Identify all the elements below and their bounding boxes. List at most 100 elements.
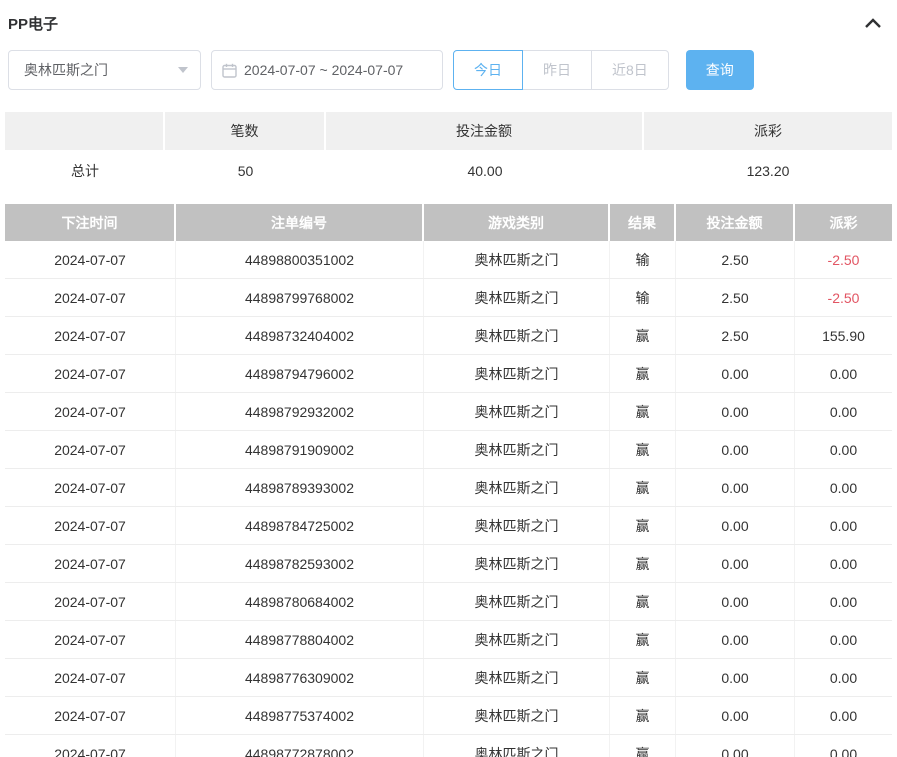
calendar-icon bbox=[222, 63, 237, 78]
cell-bet-time: 2024-07-07 bbox=[5, 621, 176, 658]
header-bet-amount: 投注金额 bbox=[676, 204, 795, 241]
cell-bet-amount: 0.00 bbox=[676, 735, 795, 757]
chevron-up-icon bbox=[865, 16, 881, 31]
panel-header: PP电子 bbox=[0, 0, 897, 36]
cell-result: 赢 bbox=[610, 431, 676, 468]
cell-bet-time: 2024-07-07 bbox=[5, 545, 176, 582]
cell-result: 赢 bbox=[610, 469, 676, 506]
cell-bet-time: 2024-07-07 bbox=[5, 317, 176, 354]
summary-table-header: 笔数 投注金额 派彩 bbox=[5, 112, 892, 150]
cell-payout: 0.00 bbox=[795, 697, 892, 734]
collapse-button[interactable] bbox=[863, 16, 883, 30]
cell-result: 输 bbox=[610, 241, 676, 278]
cell-bet-time: 2024-07-07 bbox=[5, 241, 176, 278]
cell-order-number: 44898800351002 bbox=[176, 241, 424, 278]
table-row: 2024-07-07 44898799768002 奥林匹斯之门 输 2.50 … bbox=[5, 279, 892, 317]
last-8-days-button[interactable]: 近8日 bbox=[591, 50, 669, 90]
cell-payout: -2.50 bbox=[795, 241, 892, 278]
summary-total-count: 50 bbox=[165, 150, 326, 191]
cell-payout: 0.00 bbox=[795, 393, 892, 430]
cell-order-number: 44898792932002 bbox=[176, 393, 424, 430]
cell-bet-amount: 0.00 bbox=[676, 697, 795, 734]
game-select[interactable]: 奥林匹斯之门 bbox=[8, 50, 201, 90]
header-order-number: 注单编号 bbox=[176, 204, 424, 241]
cell-bet-amount: 0.00 bbox=[676, 545, 795, 582]
table-row: 2024-07-07 44898778804002 奥林匹斯之门 赢 0.00 … bbox=[5, 621, 892, 659]
cell-payout: -2.50 bbox=[795, 279, 892, 316]
cell-payout: 0.00 bbox=[795, 507, 892, 544]
filter-controls: 奥林匹斯之门 2024-07-07 ~ 2024-07-07 今日 昨日 近8日… bbox=[0, 36, 897, 90]
cell-result: 赢 bbox=[610, 583, 676, 620]
cell-payout: 0.00 bbox=[795, 735, 892, 757]
pp-electronic-report-panel: PP电子 奥林匹斯之门 2024-07-07 ~ 2024-07-07 bbox=[0, 0, 897, 757]
cell-order-number: 44898799768002 bbox=[176, 279, 424, 316]
summary-header-count: 笔数 bbox=[165, 112, 326, 150]
cell-bet-time: 2024-07-07 bbox=[5, 393, 176, 430]
summary-header-blank bbox=[5, 112, 165, 150]
cell-game-category: 奥林匹斯之门 bbox=[424, 659, 610, 696]
summary-total-label: 总计 bbox=[5, 150, 165, 191]
cell-order-number: 44898784725002 bbox=[176, 507, 424, 544]
cell-result: 赢 bbox=[610, 697, 676, 734]
cell-bet-amount: 0.00 bbox=[676, 621, 795, 658]
cell-bet-amount: 2.50 bbox=[676, 279, 795, 316]
cell-order-number: 44898789393002 bbox=[176, 469, 424, 506]
cell-game-category: 奥林匹斯之门 bbox=[424, 507, 610, 544]
table-row: 2024-07-07 44898780684002 奥林匹斯之门 赢 0.00 … bbox=[5, 583, 892, 621]
cell-result: 输 bbox=[610, 279, 676, 316]
today-button[interactable]: 今日 bbox=[453, 50, 523, 90]
query-button[interactable]: 查询 bbox=[686, 50, 754, 90]
header-game-category: 游戏类别 bbox=[424, 204, 610, 241]
cell-bet-time: 2024-07-07 bbox=[5, 355, 176, 392]
header-payout: 派彩 bbox=[795, 204, 892, 241]
cell-order-number: 44898794796002 bbox=[176, 355, 424, 392]
table-row: 2024-07-07 44898794796002 奥林匹斯之门 赢 0.00 … bbox=[5, 355, 892, 393]
cell-bet-time: 2024-07-07 bbox=[5, 583, 176, 620]
summary-total-bet-amount: 40.00 bbox=[326, 150, 644, 191]
yesterday-button[interactable]: 昨日 bbox=[522, 50, 592, 90]
summary-table: 笔数 投注金额 派彩 总计 50 40.00 123.20 bbox=[5, 112, 892, 191]
cell-bet-time: 2024-07-07 bbox=[5, 659, 176, 696]
cell-bet-amount: 2.50 bbox=[676, 241, 795, 278]
date-range-value: 2024-07-07 ~ 2024-07-07 bbox=[244, 62, 403, 78]
cell-result: 赢 bbox=[610, 735, 676, 757]
header-result: 结果 bbox=[610, 204, 676, 241]
cell-order-number: 44898732404002 bbox=[176, 317, 424, 354]
table-row: 2024-07-07 44898791909002 奥林匹斯之门 赢 0.00 … bbox=[5, 431, 892, 469]
table-row: 2024-07-07 44898775374002 奥林匹斯之门 赢 0.00 … bbox=[5, 697, 892, 735]
cell-result: 赢 bbox=[610, 507, 676, 544]
cell-game-category: 奥林匹斯之门 bbox=[424, 431, 610, 468]
cell-result: 赢 bbox=[610, 659, 676, 696]
cell-bet-amount: 0.00 bbox=[676, 469, 795, 506]
cell-game-category: 奥林匹斯之门 bbox=[424, 355, 610, 392]
cell-payout: 0.00 bbox=[795, 545, 892, 582]
cell-bet-time: 2024-07-07 bbox=[5, 735, 176, 757]
quick-range-button-group: 今日 昨日 近8日 bbox=[453, 50, 669, 90]
cell-bet-time: 2024-07-07 bbox=[5, 279, 176, 316]
table-row: 2024-07-07 44898792932002 奥林匹斯之门 赢 0.00 … bbox=[5, 393, 892, 431]
summary-total-payout: 123.20 bbox=[644, 150, 892, 191]
cell-game-category: 奥林匹斯之门 bbox=[424, 583, 610, 620]
summary-header-payout: 派彩 bbox=[644, 112, 892, 150]
cell-order-number: 44898775374002 bbox=[176, 697, 424, 734]
game-select-value: 奥林匹斯之门 bbox=[24, 60, 108, 80]
cell-result: 赢 bbox=[610, 355, 676, 392]
table-row: 2024-07-07 44898782593002 奥林匹斯之门 赢 0.00 … bbox=[5, 545, 892, 583]
cell-order-number: 44898782593002 bbox=[176, 545, 424, 582]
cell-order-number: 44898791909002 bbox=[176, 431, 424, 468]
cell-game-category: 奥林匹斯之门 bbox=[424, 469, 610, 506]
table-row: 2024-07-07 44898789393002 奥林匹斯之门 赢 0.00 … bbox=[5, 469, 892, 507]
cell-game-category: 奥林匹斯之门 bbox=[424, 241, 610, 278]
cell-game-category: 奥林匹斯之门 bbox=[424, 393, 610, 430]
detail-table-body: 2024-07-07 44898800351002 奥林匹斯之门 输 2.50 … bbox=[5, 241, 892, 757]
cell-payout: 0.00 bbox=[795, 355, 892, 392]
date-range-input[interactable]: 2024-07-07 ~ 2024-07-07 bbox=[211, 50, 443, 90]
table-row: 2024-07-07 44898784725002 奥林匹斯之门 赢 0.00 … bbox=[5, 507, 892, 545]
table-row: 2024-07-07 44898772878002 奥林匹斯之门 赢 0.00 … bbox=[5, 735, 892, 757]
cell-bet-time: 2024-07-07 bbox=[5, 431, 176, 468]
cell-payout: 0.00 bbox=[795, 431, 892, 468]
summary-header-bet-amount: 投注金额 bbox=[326, 112, 644, 150]
cell-bet-amount: 2.50 bbox=[676, 317, 795, 354]
cell-order-number: 44898776309002 bbox=[176, 659, 424, 696]
cell-order-number: 44898780684002 bbox=[176, 583, 424, 620]
